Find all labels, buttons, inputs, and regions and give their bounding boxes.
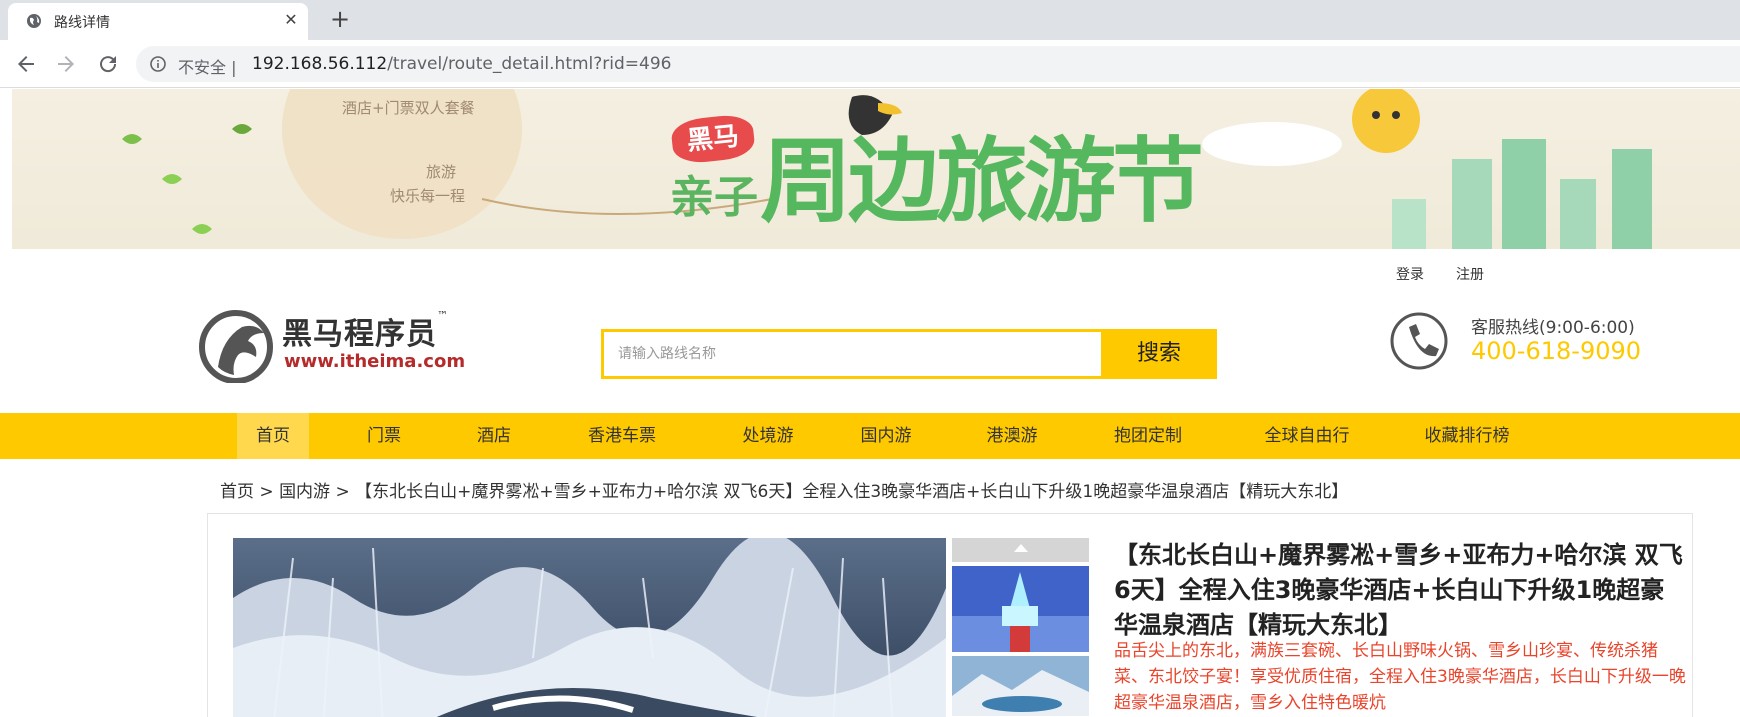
nav-item-domestic[interactable]: 国内游 [850, 413, 922, 459]
banner-slogan-text: 快乐每一程 [390, 187, 466, 205]
login-link[interactable]: 登录 [1396, 264, 1424, 284]
thumbnail-scroll-up-button[interactable] [952, 538, 1089, 562]
route-description: 品舌尖上的东北，满族三套碗、长白山野味火锅、雪乡山珍宴、传统杀猪菜、东北饺子宴！… [1114, 641, 1686, 713]
horse-logo-icon [199, 310, 273, 383]
breadcrumb-separator: > [330, 482, 356, 502]
nav-item-global-free[interactable]: 全球自由行 [1252, 413, 1362, 459]
route-detail-panel: 【东北长白山+魔界雾凇+雪乡+亚布力+哈尔滨 双飞6天】全程入住3晚豪华酒店+长… [207, 513, 1693, 717]
banner-headline: 周边旅游节 [760, 128, 1204, 235]
ice-castle-image [952, 566, 1089, 652]
logo-name: 黑马程序员™ [282, 309, 449, 352]
breadcrumb: 首页 > 国内游 > 【东北长白山+魔界雾凇+雪乡+亚布力+哈尔滨 双飞6天】全… [220, 477, 1348, 502]
thumbnail-ice-castle[interactable] [952, 566, 1089, 652]
nav-item-group-custom[interactable]: 抱团定制 [1100, 413, 1196, 459]
logo-url: www.itheima.com [284, 351, 466, 372]
globe-icon [27, 14, 41, 28]
banner-package-text: 酒店+门票双人套餐 [342, 99, 475, 117]
tab-strip: 路线详情 ✕ + [0, 0, 1740, 40]
url-host: 192.168.56.112 [252, 54, 388, 74]
snow-forest-image [233, 538, 946, 717]
nav-item-home[interactable]: 首页 [237, 413, 309, 459]
hotline-label: 客服热线(9:00-6:00) [1471, 318, 1635, 338]
promo-banner[interactable]: 酒店+门票双人套餐 旅游 快乐每一程 黑马 亲子 周边旅游节 [12, 89, 1740, 249]
info-icon[interactable] [150, 56, 166, 72]
tab-title: 路线详情 [54, 15, 110, 31]
main-nav: 首页 门票 酒店 香港车票 处境游 国内游 港澳游 抱团定制 全球自由行 收藏排… [0, 413, 1740, 459]
main-route-photo [233, 538, 946, 717]
mountain-lake-image [952, 656, 1089, 716]
search-button[interactable]: 搜索 [1101, 329, 1217, 379]
reload-icon[interactable] [96, 52, 120, 76]
address-bar[interactable]: 不安全 | 192.168.56.112/travel/route_detail… [136, 46, 1740, 82]
back-arrow-icon[interactable] [14, 52, 38, 76]
nav-item-favorites-rank[interactable]: 收藏排行榜 [1412, 413, 1522, 459]
search-input[interactable] [604, 332, 1101, 376]
breadcrumb-home[interactable]: 首页 [220, 482, 254, 502]
arrow-up-icon [1014, 544, 1028, 552]
route-title: 【东北长白山+魔界雾凇+雪乡+亚布力+哈尔滨 双飞6天】全程入住3晚豪华酒店+长… [1114, 541, 1683, 639]
thumbnail-mountain-lake[interactable] [952, 656, 1089, 716]
banner-subtitle: 亲子 [670, 172, 758, 223]
url-text[interactable]: 192.168.56.112/travel/route_detail.html?… [252, 54, 672, 74]
nav-item-tickets[interactable]: 门票 [348, 413, 420, 459]
breadcrumb-category[interactable]: 国内游 [279, 482, 330, 502]
nav-item-outbound[interactable]: 处境游 [720, 413, 816, 459]
nav-item-hk-bus[interactable]: 香港车票 [574, 413, 670, 459]
security-label: 不安全 | [178, 58, 237, 77]
browser-tab[interactable]: 路线详情 ✕ [8, 3, 308, 40]
banner-travel-text: 旅游 [426, 163, 457, 181]
phone-icon [1390, 312, 1448, 370]
browser-toolbar: 不安全 | 192.168.56.112/travel/route_detail… [0, 40, 1740, 88]
web-page: 酒店+门票双人套餐 旅游 快乐每一程 黑马 亲子 周边旅游节 登录 注册 黑马程… [0, 89, 1740, 717]
forward-arrow-icon[interactable] [54, 52, 78, 76]
nav-item-hk-macau[interactable]: 港澳游 [976, 413, 1048, 459]
tab-close-icon[interactable]: ✕ [280, 9, 302, 31]
breadcrumb-separator: > [254, 482, 280, 502]
new-tab-button[interactable]: + [326, 6, 354, 34]
site-logo[interactable]: 黑马程序员™ www.itheima.com [198, 309, 466, 383]
route-search-box: 搜索 [601, 329, 1217, 379]
hotline-number: 400-618-9090 [1471, 337, 1642, 365]
register-link[interactable]: 注册 [1456, 264, 1484, 284]
breadcrumb-current: 【东北长白山+魔界雾凇+雪乡+亚布力+哈尔滨 双飞6天】全程入住3晚豪华酒店+长… [355, 482, 1349, 502]
url-path: /travel/route_detail.html?rid=496 [387, 54, 672, 74]
nav-item-hotels[interactable]: 酒店 [458, 413, 530, 459]
